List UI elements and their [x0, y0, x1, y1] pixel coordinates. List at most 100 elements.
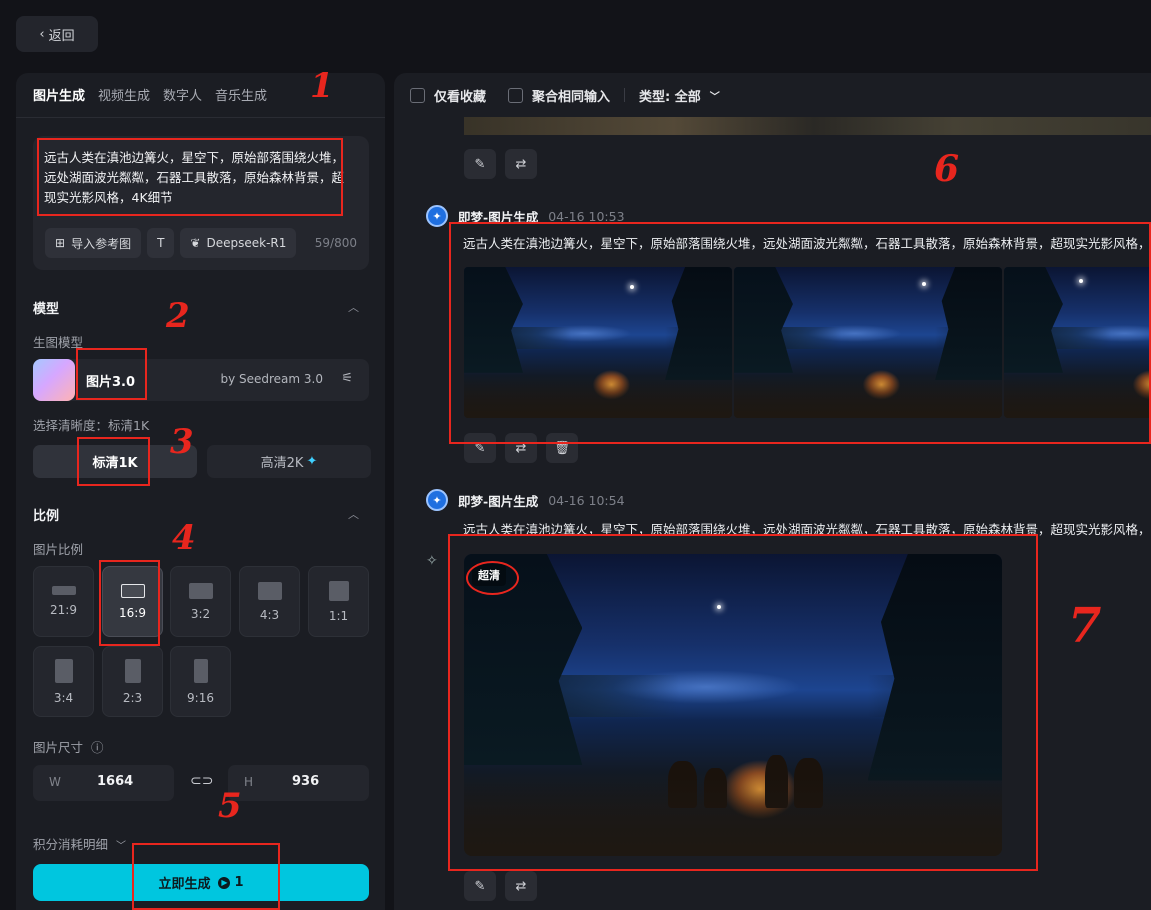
image-add-icon: ⊞ — [55, 236, 66, 250]
height-value: 936 — [292, 774, 320, 789]
chevron-left-icon: ‹ — [39, 26, 45, 42]
info-icon[interactable]: ⓘ — [91, 740, 104, 755]
size-label: 图片尺寸 ⓘ — [33, 737, 104, 756]
annotation-oval — [466, 561, 519, 595]
back-button[interactable]: ‹ 返回 — [16, 16, 98, 52]
deepseek-icon: ❦ — [190, 236, 201, 250]
type-filter-label: 类型: 全部 — [639, 89, 701, 105]
import-reference-label: 导入参考图 — [71, 236, 132, 251]
credits-label: 积分消耗明细 — [33, 837, 109, 852]
tab-music[interactable]: 音乐生成 — [215, 85, 267, 104]
ratio-label: 3:4 — [53, 690, 74, 705]
bot-avatar: ✦ — [426, 489, 448, 511]
back-label: 返回 — [48, 28, 75, 44]
checkbox[interactable] — [410, 87, 425, 103]
annotation-box — [76, 348, 147, 400]
ratio-shape-icon — [328, 580, 349, 601]
ratio-label: 21:9 — [50, 603, 77, 617]
edit-icon[interactable]: ✎ — [464, 871, 496, 901]
text-style-button[interactable]: T — [147, 228, 175, 258]
resolution-2k-button[interactable]: 高清2K ✦ — [207, 445, 371, 478]
ratio-3-2[interactable]: 3:2 — [170, 566, 231, 637]
annotation-box — [99, 560, 160, 646]
filter-divider — [624, 88, 626, 102]
checkbox[interactable] — [508, 87, 524, 103]
regenerate-icon[interactable]: ⇄ — [505, 149, 537, 179]
width-value: 1664 — [97, 774, 134, 789]
merge-same-label: 聚合相同输入 — [532, 89, 611, 105]
credits-detail[interactable]: 积分消耗明细 ﹀ — [33, 834, 126, 853]
annotation-box — [77, 437, 150, 486]
chevron-down-icon: ﹀ — [709, 91, 720, 103]
ratio-shape-icon — [193, 658, 208, 683]
ratio-label: 3:2 — [190, 606, 211, 621]
ratio-21-9[interactable]: 21:9 — [33, 566, 94, 637]
filter-bar: 仅看收藏 聚合相同输入 类型: 全部 ﹀ — [394, 73, 1151, 117]
ratio-sub-label: 图片比例 — [33, 542, 84, 557]
ratio-shape-icon — [257, 581, 282, 600]
annotation-number: 4 — [172, 518, 196, 558]
ratio-shape-icon — [54, 658, 73, 683]
text-icon: T — [157, 236, 165, 250]
annotation-number: 7 — [1068, 598, 1102, 654]
deepseek-button[interactable]: ❦ Deepseek-R1 — [180, 228, 297, 258]
resolution-2k-label: 高清2K — [260, 456, 304, 471]
annotation-box — [37, 138, 343, 216]
tab-image[interactable]: 图片生成 — [33, 85, 85, 104]
annotation-box — [448, 534, 1038, 871]
ratio-section-title: 比例 — [33, 509, 60, 524]
annotation-number: 5 — [218, 786, 242, 826]
ratio-4-3[interactable]: 4:3 — [239, 566, 300, 637]
link-icon[interactable]: ⊂⊃ — [190, 773, 213, 789]
ratio-label: 4:3 — [259, 607, 280, 622]
bot-avatar: ✦ — [426, 205, 448, 227]
loading-icon: ✧ — [426, 553, 438, 569]
generation-tabs: 图片生成 视频生成 数字人 音乐生成 — [33, 85, 267, 104]
ratio-9-16[interactable]: 9:16 — [170, 646, 231, 717]
width-field[interactable]: W 1664 — [33, 765, 174, 801]
annotation-number: 1 — [310, 66, 334, 106]
ratio-label: 9:16 — [187, 690, 214, 705]
chevron-up-icon[interactable]: ︿ — [348, 299, 359, 315]
message-header: ✦ 即梦-图片生成 04-16 10:54 — [426, 489, 625, 511]
chevron-down-icon: ﹀ — [116, 841, 126, 852]
prompt-tools: ⊞ 导入参考图 T ❦ Deepseek-R1 — [45, 228, 297, 258]
edit-icon[interactable]: ✎ — [464, 149, 496, 179]
model-section-title: 模型 — [33, 302, 60, 317]
import-reference-button[interactable]: ⊞ 导入参考图 — [45, 228, 142, 258]
merge-same-toggle[interactable]: 聚合相同输入 — [508, 86, 610, 105]
ratio-shape-icon — [188, 582, 213, 599]
size-label-text: 图片尺寸 — [33, 740, 84, 755]
model-by: by Seedream 3.0 — [220, 372, 323, 386]
regenerate-icon[interactable]: ⇄ — [505, 871, 537, 901]
char-count: 59/800 — [314, 236, 357, 250]
model-thumbnail — [33, 359, 75, 401]
chevron-up-icon[interactable]: ︿ — [348, 506, 359, 522]
ratio-shape-icon — [124, 658, 141, 683]
type-filter-dropdown[interactable]: 类型: 全部 ﹀ — [639, 86, 720, 105]
sparkle-icon: ✦ — [306, 454, 318, 469]
ratio-shape-icon — [51, 586, 76, 595]
favorites-only-label: 仅看收藏 — [434, 89, 487, 105]
height-field[interactable]: H 936 — [228, 765, 369, 801]
previous-images-strip[interactable] — [464, 117, 1151, 135]
resolution-label: 选择清晰度：标清1K — [33, 418, 150, 433]
previous-actions: ✎ ⇄ — [464, 149, 537, 179]
deepseek-label: Deepseek-R1 — [206, 236, 287, 250]
tab-digital-human[interactable]: 数字人 — [163, 85, 202, 104]
ratio-1-1[interactable]: 1:1 — [308, 566, 369, 637]
tab-video[interactable]: 视频生成 — [98, 85, 150, 104]
annotation-box — [449, 222, 1151, 444]
ratio-3-4[interactable]: 3:4 — [33, 646, 94, 717]
ratio-2-3[interactable]: 2:3 — [102, 646, 163, 717]
annotation-number: 2 — [166, 296, 190, 336]
annotation-number: 6 — [934, 148, 960, 190]
ratio-label: 2:3 — [122, 690, 143, 705]
annotation-box — [132, 843, 280, 910]
width-letter: W — [49, 775, 61, 789]
sliders-icon[interactable]: ⚟ — [341, 371, 353, 386]
message-actions: ✎ ⇄ — [464, 871, 537, 901]
ratio-label: 1:1 — [328, 608, 349, 623]
tabs-divider — [16, 117, 385, 118]
favorites-only-toggle[interactable]: 仅看收藏 — [410, 86, 486, 105]
